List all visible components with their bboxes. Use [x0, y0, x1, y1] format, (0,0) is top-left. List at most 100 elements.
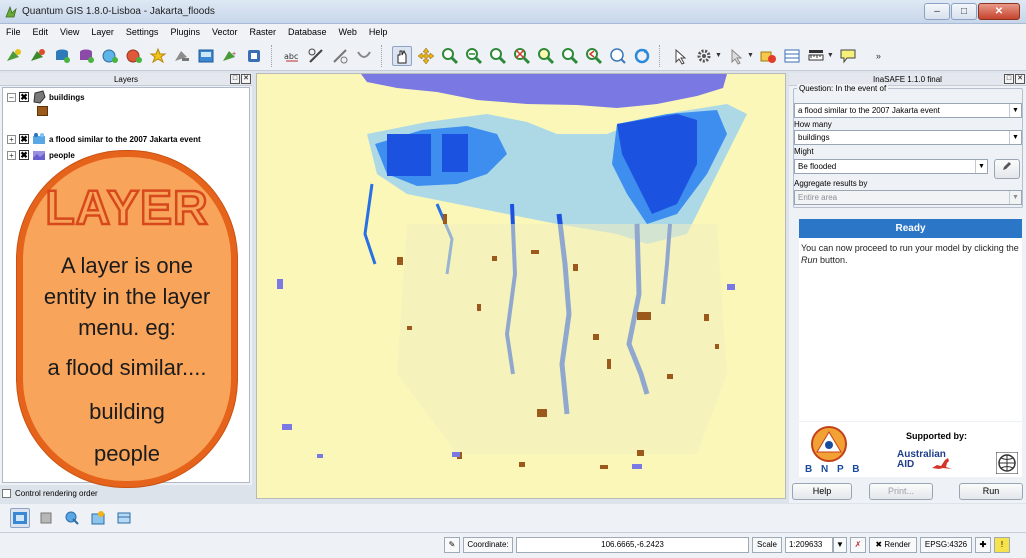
- close-panel-icon[interactable]: ✕: [1015, 74, 1025, 84]
- node-tool-icon[interactable]: [330, 46, 350, 66]
- layer-visibility-checkbox[interactable]: ✖: [19, 150, 29, 160]
- edit-function-button[interactable]: [994, 159, 1020, 179]
- run-button[interactable]: Run: [959, 483, 1023, 500]
- menu-database[interactable]: Database: [282, 24, 333, 41]
- zoom-out-icon[interactable]: [464, 46, 484, 66]
- annotation-icon[interactable]: [838, 46, 858, 66]
- settings-dropdown-icon[interactable]: ▼: [715, 52, 722, 59]
- scale-dropdown-icon[interactable]: ▼: [833, 537, 847, 553]
- add-spatialite-layer-icon[interactable]: [76, 46, 96, 66]
- measure-angle-icon[interactable]: [354, 46, 374, 66]
- toolbar-separator: [271, 44, 275, 67]
- render-toggle[interactable]: ✖ Render: [869, 537, 917, 553]
- help-button[interactable]: Help: [792, 483, 852, 500]
- zoom-layer-icon[interactable]: [536, 46, 556, 66]
- layer-visibility-checkbox[interactable]: ✖: [19, 92, 29, 102]
- menu-settings[interactable]: Settings: [120, 24, 165, 41]
- close-button[interactable]: ✕: [978, 3, 1020, 20]
- digitize-icon[interactable]: [306, 46, 326, 66]
- chevron-down-icon[interactable]: ▼: [1009, 191, 1021, 204]
- measure-icon[interactable]: [806, 46, 826, 66]
- select-dropdown-icon[interactable]: ▼: [747, 52, 754, 59]
- hazard-select[interactable]: a flood similar to the 2007 Jakarta even…: [794, 103, 1022, 118]
- refresh-icon[interactable]: [632, 46, 652, 66]
- add-postgis-layer-icon[interactable]: [52, 46, 72, 66]
- new-shapefile-icon[interactable]: [148, 46, 168, 66]
- crs-button[interactable]: EPSG:4326: [920, 537, 972, 553]
- add-raster-layer-icon[interactable]: [28, 46, 48, 66]
- render-checkbox-icon[interactable]: ✖: [875, 540, 882, 549]
- zoom-last-icon[interactable]: [584, 46, 604, 66]
- crs-status-icon[interactable]: ✚: [975, 537, 991, 553]
- chevron-down-icon[interactable]: ▼: [975, 160, 987, 173]
- select-icon[interactable]: [726, 46, 746, 66]
- control-rendering-order[interactable]: Control rendering order: [2, 489, 98, 498]
- float-panel-icon[interactable]: □: [1004, 74, 1014, 84]
- polygon-layer-icon: [33, 90, 46, 104]
- label-icon[interactable]: abc: [282, 46, 302, 66]
- pan-to-selection-icon[interactable]: [416, 46, 436, 66]
- plugin-tool-icon[interactable]: [36, 508, 56, 528]
- zoom-next-icon[interactable]: [608, 46, 628, 66]
- menu-web[interactable]: Web: [333, 24, 363, 41]
- menu-help[interactable]: Help: [363, 24, 394, 41]
- expand-icon[interactable]: +: [7, 134, 16, 144]
- menu-view[interactable]: View: [54, 24, 85, 41]
- add-delimited-text-icon[interactable]: +: [220, 46, 240, 66]
- add-wfs-layer-icon[interactable]: [124, 46, 144, 66]
- map-canvas[interactable]: [256, 73, 786, 499]
- chevron-down-icon[interactable]: ▼: [1009, 104, 1021, 117]
- exposure-select[interactable]: buildings ▼: [794, 130, 1022, 145]
- remove-layer-icon[interactable]: [172, 46, 192, 66]
- zoom-full-icon[interactable]: [488, 46, 508, 66]
- control-rendering-order-checkbox[interactable]: [2, 489, 11, 498]
- menu-edit[interactable]: Edit: [27, 24, 55, 41]
- menu-layer[interactable]: Layer: [85, 24, 120, 41]
- stop-render-icon[interactable]: ✗: [850, 537, 866, 553]
- minimize-button[interactable]: –: [924, 3, 950, 20]
- menu-file[interactable]: File: [0, 24, 27, 41]
- coordinate-field[interactable]: 106.6665,-6.2423: [516, 537, 749, 553]
- status-message-end: button.: [817, 255, 848, 265]
- add-wms-layer-icon[interactable]: [100, 46, 120, 66]
- layer-item-buildings[interactable]: – ✖ buildings: [7, 90, 85, 104]
- float-panel-icon[interactable]: □: [230, 74, 240, 84]
- toggle-coordinate-icon[interactable]: ✎: [444, 537, 460, 553]
- inasafe-dock-toggle-icon[interactable]: [10, 508, 30, 528]
- menu-plugins[interactable]: Plugins: [164, 24, 206, 41]
- print-button[interactable]: Print...: [869, 483, 933, 500]
- expand-icon[interactable]: +: [7, 150, 16, 160]
- plugin-tool-icon[interactable]: [88, 508, 108, 528]
- measure-dropdown-icon[interactable]: ▼: [827, 52, 834, 59]
- maximize-button[interactable]: □: [951, 3, 977, 20]
- menu-bar: File Edit View Layer Settings Plugins Ve…: [0, 24, 1026, 41]
- layer-item-flood[interactable]: + ✖ a flood similar to the 2007 Jakarta …: [7, 132, 201, 146]
- plugin-tool-icon[interactable]: [62, 508, 82, 528]
- attribute-table-icon[interactable]: [782, 46, 802, 66]
- layer-item-people[interactable]: + ✖ people: [7, 148, 75, 162]
- zoom-in-icon[interactable]: [440, 46, 460, 66]
- deselect-icon[interactable]: [758, 46, 778, 66]
- menu-vector[interactable]: Vector: [206, 24, 244, 41]
- inasafe-icon[interactable]: [244, 46, 264, 66]
- chevron-down-icon[interactable]: ▼: [1009, 131, 1021, 144]
- building-polygon: [477, 304, 481, 311]
- toolbar-overflow-icon[interactable]: »: [876, 51, 881, 61]
- identify-icon[interactable]: [670, 46, 690, 66]
- menu-raster[interactable]: Raster: [243, 24, 282, 41]
- layer-visibility-checkbox[interactable]: ✖: [19, 134, 29, 144]
- warning-icon[interactable]: !: [994, 537, 1010, 553]
- pan-icon[interactable]: [392, 45, 412, 66]
- scale-field[interactable]: 1:209633: [785, 537, 833, 553]
- aggregate-select[interactable]: Entire area ▼: [794, 190, 1022, 205]
- plugin-tool-icon[interactable]: [114, 508, 134, 528]
- zoom-native-icon[interactable]: [560, 46, 580, 66]
- zoom-selection-icon[interactable]: [512, 46, 532, 66]
- function-select[interactable]: Be flooded ▼: [794, 159, 988, 174]
- composer-icon[interactable]: [196, 46, 216, 66]
- collapse-icon[interactable]: –: [7, 92, 16, 102]
- add-vector-layer-icon[interactable]: [4, 46, 24, 66]
- population-patch: [277, 279, 283, 289]
- settings-icon[interactable]: [694, 46, 714, 66]
- close-panel-icon[interactable]: ✕: [241, 74, 251, 84]
